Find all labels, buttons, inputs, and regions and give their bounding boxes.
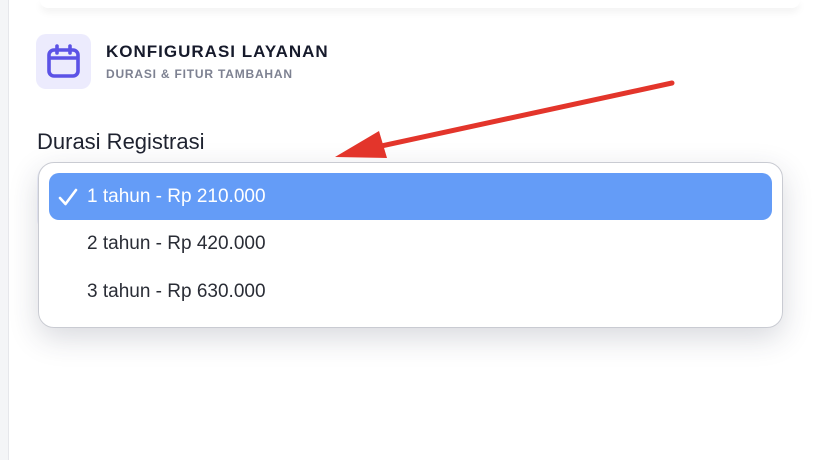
annotation-arrow-icon <box>335 80 675 158</box>
